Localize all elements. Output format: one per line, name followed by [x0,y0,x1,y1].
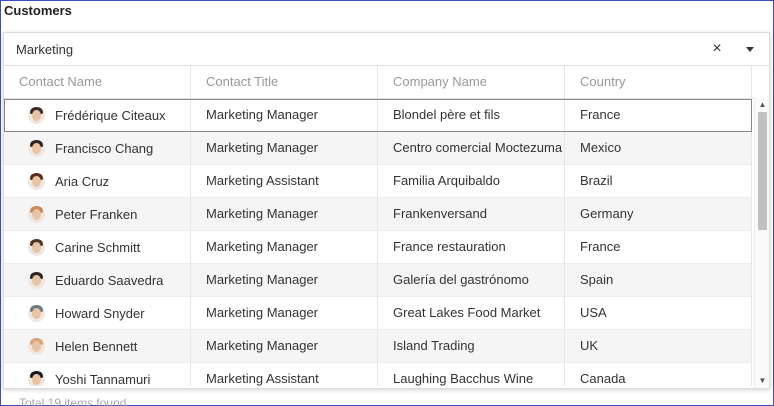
contact-name: Francisco Chang [55,140,154,156]
cell-contact-title: Marketing Assistant [191,165,378,198]
avatar [28,107,45,124]
cell-country: Canada [565,363,752,386]
scroll-up-icon[interactable]: ▲ [758,100,767,109]
cell-contact-title: Marketing Manager [191,264,378,297]
vertical-scrollbar[interactable]: ▲ ▼ [754,98,769,388]
combobox-input[interactable]: Marketing × [4,33,769,66]
cell-contact-title: Marketing Manager [191,198,378,231]
cell-contact-title: Marketing Manager [191,330,378,363]
items-count-footer: Total 19 items found [19,396,127,406]
cell-country: Brazil [565,165,752,198]
avatar [28,305,45,322]
cell-company-name: Familia Arquibaldo [378,165,565,198]
table-row[interactable]: Eduardo Saavedra Marketing Manager Galería… [4,264,752,297]
table-row[interactable]: Yoshi Tannamuri Marketing Assistant Laughi… [4,363,752,386]
cell-company-name: France restauration [378,231,565,264]
avatar [28,371,45,386]
column-header-country[interactable]: Country [565,66,752,98]
cell-company-name: Laughing Bacchus Wine [378,363,565,386]
cell-contact-name: Francisco Chang [4,132,191,165]
cell-contact-title: Marketing Assistant [191,363,378,386]
table-row[interactable]: Aria Cruz Marketing Assistant Familia Arqu… [4,165,752,198]
cell-country: Spain [565,264,752,297]
clear-icon[interactable]: × [707,39,727,59]
cell-company-name: Centro comercial Moctezuma [378,132,565,165]
cell-company-name: Frankenversand [378,198,565,231]
avatar [28,272,45,289]
column-header-contact-name[interactable]: Contact Name [4,66,191,98]
cell-contact-name: Yoshi Tannamuri [4,363,191,386]
cell-company-name: Island Trading [378,330,565,363]
table-row[interactable]: Howard Snyder Marketing Manager Great Lake… [4,297,752,330]
combobox-value[interactable]: Marketing [16,42,73,57]
cell-company-name: Blondel père et fils [378,99,565,132]
contact-name: Aria Cruz [55,173,110,189]
cell-contact-title: Marketing Manager [191,231,378,264]
scrollbar-thumb[interactable] [758,112,767,230]
page-title: Customers [4,3,72,18]
cell-company-name: Galería del gastrónomo [378,264,565,297]
avatar [28,239,45,256]
cell-company-name: Great Lakes Food Market [378,297,565,330]
contact-name: Carine Schmitt [55,239,141,255]
contact-name: Eduardo Saavedra [55,272,164,288]
cell-country: France [565,99,752,132]
cell-contact-name: Peter Franken [4,198,191,231]
cell-contact-name: Helen Bennett [4,330,191,363]
contact-name: Yoshi Tannamuri [55,371,151,387]
table-row[interactable]: Francisco Chang Marketing Manager Centro c… [4,132,752,165]
cell-country: UK [565,330,752,363]
chevron-down-icon[interactable] [742,41,758,57]
grid-header: Contact Name Contact Title Company Name … [4,66,754,99]
avatar [28,206,45,223]
table-row[interactable]: Helen Bennett Marketing Manager Island Tra… [4,330,752,363]
contact-name: Frédérique Citeaux [55,107,166,123]
avatar [28,173,45,190]
cell-contact-name: Frédérique Citeaux [4,99,191,132]
table-row[interactable]: Carine Schmitt Marketing Manager France re… [4,231,752,264]
cell-contact-name: Aria Cruz [4,165,191,198]
table-row[interactable]: Peter Franken Marketing Manager Frankenver… [4,198,752,231]
cell-country: France [565,231,752,264]
contact-name: Howard Snyder [55,305,145,321]
cell-contact-title: Marketing Manager [191,297,378,330]
contact-name: Helen Bennett [55,338,138,354]
cell-contact-name: Eduardo Saavedra [4,264,191,297]
column-header-company-name[interactable]: Company Name [378,66,565,98]
grid-body: Frédérique Citeaux Marketing Manager Blond… [4,99,754,386]
column-header-contact-title[interactable]: Contact Title [191,66,378,98]
table-row[interactable]: Frédérique Citeaux Marketing Manager Blond… [4,99,752,132]
avatar [28,140,45,157]
cell-country: Germany [565,198,752,231]
scroll-down-icon[interactable]: ▼ [758,376,767,385]
cell-contact-title: Marketing Manager [191,99,378,132]
multicolumn-combobox[interactable]: Marketing × Contact Name Contact Title C… [3,32,770,389]
cell-country: Mexico [565,132,752,165]
avatar [28,338,45,355]
contact-name: Peter Franken [55,206,138,222]
cell-contact-title: Marketing Manager [191,132,378,165]
cell-contact-name: Howard Snyder [4,297,191,330]
cell-contact-name: Carine Schmitt [4,231,191,264]
cell-country: USA [565,297,752,330]
